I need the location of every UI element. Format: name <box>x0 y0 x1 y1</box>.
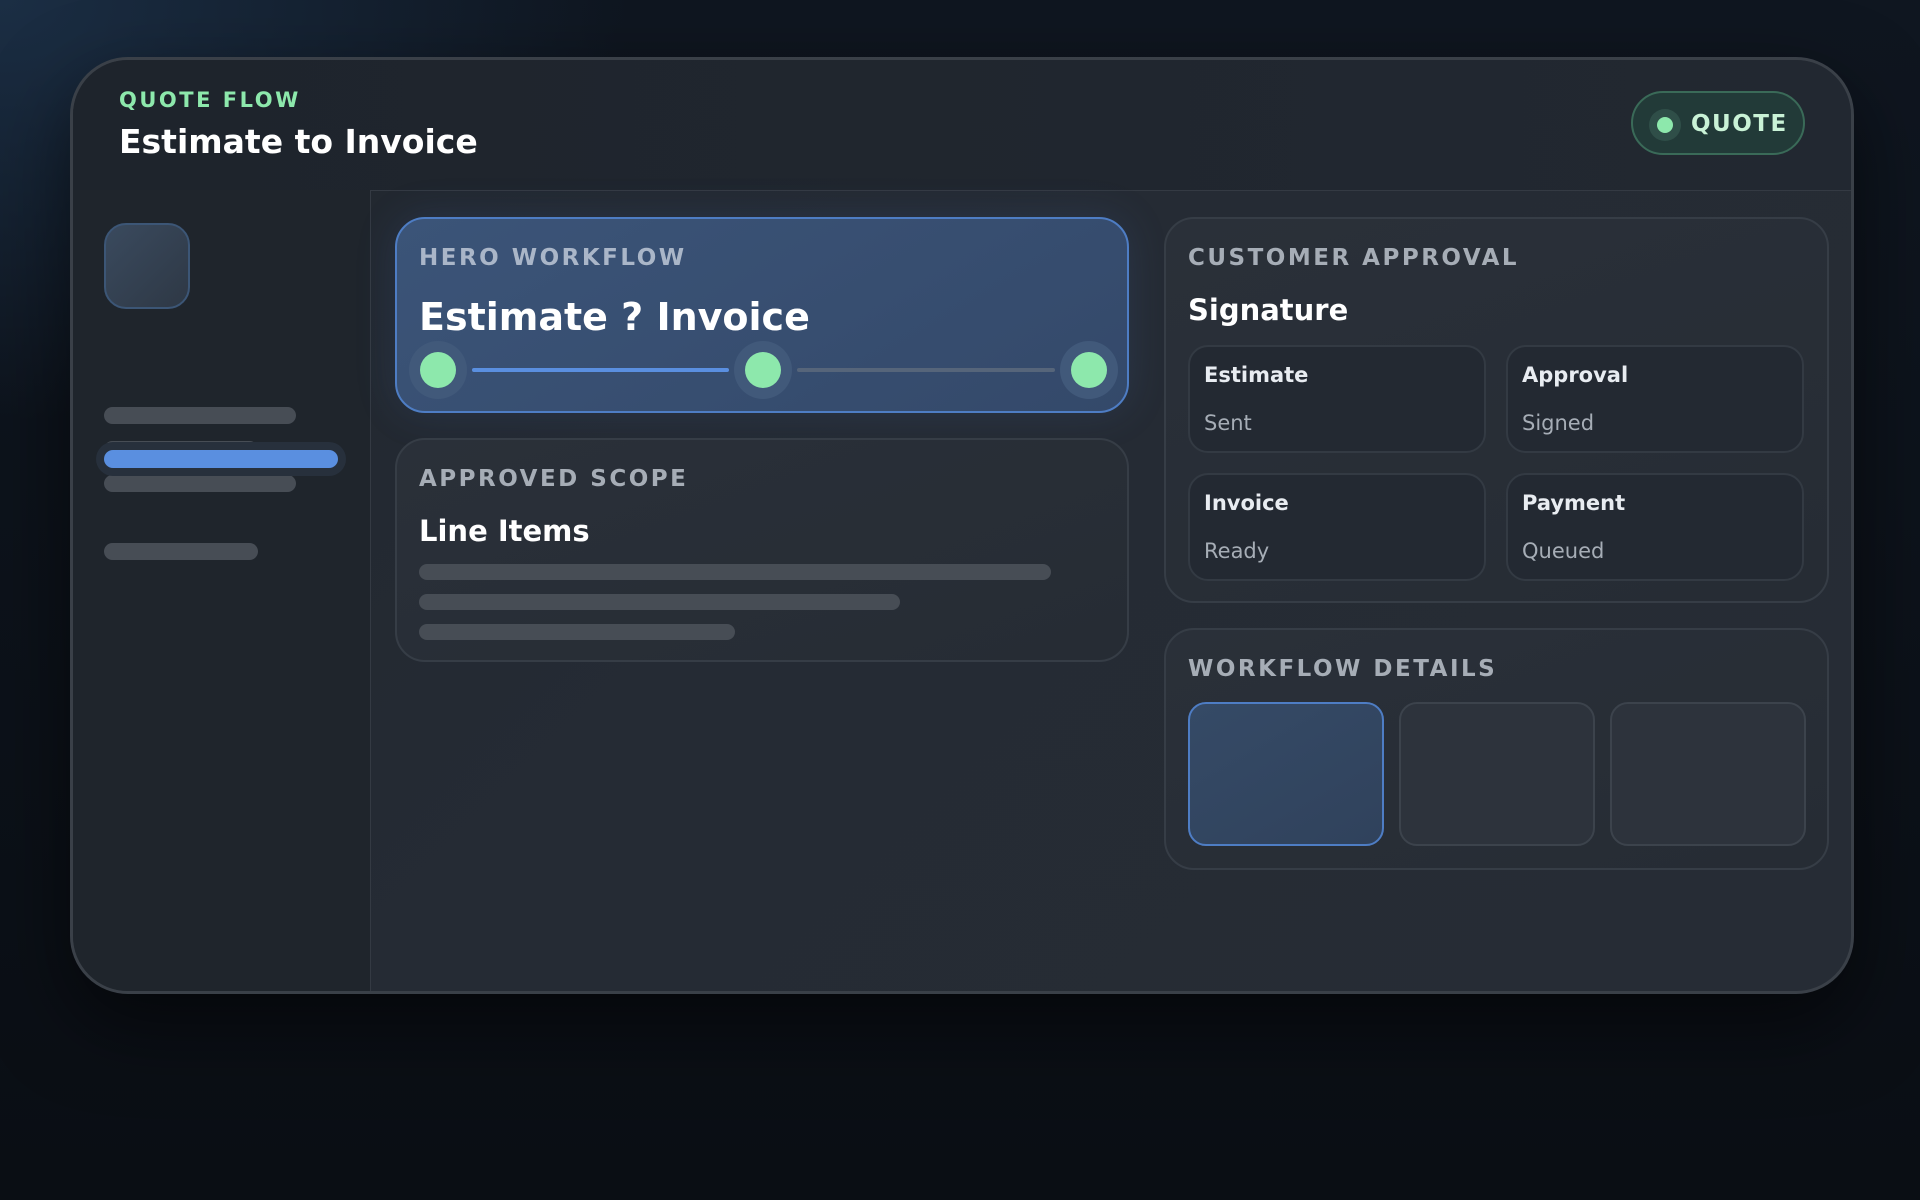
app-window: QUOTE FLOW Estimate to Invoice QUOTE HER… <box>70 57 1854 994</box>
status-dot <box>1657 117 1673 133</box>
detail-tile[interactable] <box>1610 702 1806 846</box>
card-label: CUSTOMER APPROVAL <box>1188 245 1520 271</box>
sidebar-item-active[interactable] <box>96 442 346 476</box>
card-label: WORKFLOW DETAILS <box>1188 656 1498 682</box>
card-label: HERO WORKFLOW <box>419 245 687 271</box>
card-heading: Signature <box>1188 293 1349 327</box>
step-dot <box>745 352 781 388</box>
app-header: QUOTE FLOW Estimate to Invoice QUOTE <box>73 60 1851 191</box>
approval-item-status: Queued <box>1522 539 1605 563</box>
step-complete-icon[interactable] <box>1060 341 1118 399</box>
approval-item-payment[interactable]: Payment Queued <box>1506 473 1804 581</box>
detail-tile-selected[interactable] <box>1188 702 1384 846</box>
badge-label: QUOTE <box>1691 111 1788 137</box>
customer-approval-card: CUSTOMER APPROVAL Signature Estimate Sen… <box>1164 217 1829 603</box>
step-complete-icon[interactable] <box>409 341 467 399</box>
page-title: Estimate to Invoice <box>119 122 478 161</box>
quote-status-badge[interactable]: QUOTE <box>1631 91 1805 155</box>
approval-item-invoice[interactable]: Invoice Ready <box>1188 473 1486 581</box>
step-complete-icon[interactable] <box>734 341 792 399</box>
approval-item-title: Invoice <box>1204 491 1289 515</box>
approval-item-title: Approval <box>1522 363 1629 387</box>
step-dot <box>420 352 456 388</box>
avatar[interactable] <box>104 223 190 309</box>
sidebar-item-active-bar <box>104 450 338 468</box>
approval-item-title: Payment <box>1522 491 1626 515</box>
approved-scope-card: APPROVED SCOPE Line Items <box>395 438 1129 662</box>
workflow-details-card: WORKFLOW DETAILS <box>1164 628 1829 870</box>
hero-workflow-card[interactable]: HERO WORKFLOW Estimate ? Invoice <box>395 217 1129 413</box>
line-item-placeholder <box>419 564 1051 580</box>
sidebar-item-1[interactable] <box>104 407 296 424</box>
sidebar <box>73 190 371 991</box>
sidebar-item-5[interactable] <box>104 543 258 560</box>
approval-item-status: Sent <box>1204 411 1252 435</box>
card-heading: Line Items <box>419 514 590 548</box>
progress-line-pending <box>797 368 1055 372</box>
line-item-placeholder <box>419 594 900 610</box>
hero-heading: Estimate ? Invoice <box>419 295 810 339</box>
approval-item-estimate[interactable]: Estimate Sent <box>1188 345 1486 453</box>
detail-tile[interactable] <box>1399 702 1595 846</box>
approval-item-status: Signed <box>1522 411 1595 435</box>
approval-item-approval[interactable]: Approval Signed <box>1506 345 1804 453</box>
status-dot-icon <box>1649 109 1681 141</box>
card-label: APPROVED SCOPE <box>419 466 689 492</box>
progress-line-complete <box>472 368 729 372</box>
section-eyebrow: QUOTE FLOW <box>119 88 301 112</box>
sidebar-item-3[interactable] <box>104 475 296 492</box>
step-dot <box>1071 352 1107 388</box>
line-item-placeholder <box>419 624 735 640</box>
approval-item-status: Ready <box>1204 539 1270 563</box>
approval-item-title: Estimate <box>1204 363 1309 387</box>
